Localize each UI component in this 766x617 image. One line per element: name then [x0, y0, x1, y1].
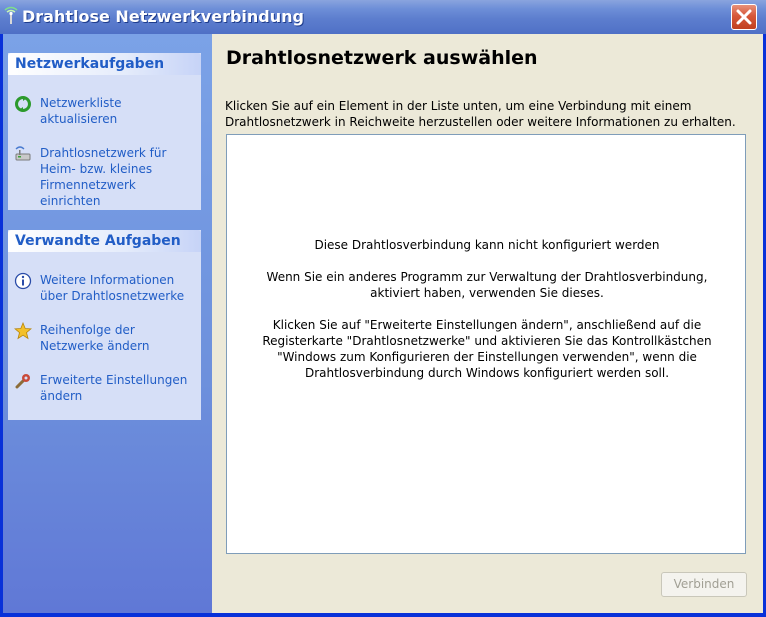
- refresh-network-list-label[interactable]: Netzwerkliste aktualisieren: [40, 95, 200, 127]
- task-sidebar: Netzwerkaufgaben Netzwerkliste aktualisi…: [3, 34, 212, 613]
- related-tasks-panel: Verwandte Aufgaben Weitere Informationen…: [8, 230, 201, 420]
- page-title: Drahtlosnetzwerk auswählen: [226, 47, 538, 69]
- window: Drahtlose Netzwerkverbindung Netzwerkauf…: [0, 0, 766, 617]
- title-bar[interactable]: Drahtlose Netzwerkverbindung: [0, 0, 766, 34]
- wireless-setup-icon: [15, 146, 31, 161]
- other-program-message: Wenn Sie ein anderes Programm zur Verwal…: [266, 270, 708, 300]
- related-tasks-header: Verwandte Aufgaben: [8, 230, 201, 252]
- network-list[interactable]: Diese Drahtlosverbindung kann nicht konf…: [226, 134, 746, 554]
- connect-button[interactable]: Verbinden: [661, 572, 747, 597]
- star-icon: [14, 322, 32, 340]
- main-panel: Drahtlosnetzwerk auswählen Klicken Sie a…: [217, 34, 763, 613]
- refresh-icon: [15, 96, 31, 112]
- instructions-message: Klicken Sie auf "Erweiterte Einstellunge…: [262, 318, 712, 380]
- settings-icon: [15, 374, 30, 389]
- client-area: Netzwerkaufgaben Netzwerkliste aktualisi…: [3, 34, 763, 613]
- change-network-order-label[interactable]: Reihenfolge der Netzwerke ändern: [40, 322, 200, 354]
- close-icon: [736, 9, 752, 25]
- network-tasks-header: Netzwerkaufgaben: [8, 53, 201, 75]
- more-info-label[interactable]: Weitere Informationen über Drahtlosnetzw…: [40, 272, 200, 304]
- setup-wireless-network-label[interactable]: Drahtlosnetzwerk für Heim- bzw. kleines …: [40, 145, 200, 209]
- not-configurable-message: Diese Drahtlosverbindung kann nicht konf…: [314, 238, 660, 252]
- window-border-bottom: [0, 613, 766, 617]
- advanced-settings-label[interactable]: Erweiterte Einstellungen ändern: [40, 372, 200, 404]
- intro-text: Klicken Sie auf ein Element in der Liste…: [225, 99, 736, 129]
- network-tasks-panel: Netzwerkaufgaben Netzwerkliste aktualisi…: [8, 53, 201, 210]
- window-title: Drahtlose Netzwerkverbindung: [22, 7, 304, 26]
- wireless-network-icon: [4, 6, 18, 24]
- info-icon: [14, 272, 32, 290]
- close-button[interactable]: [731, 4, 757, 30]
